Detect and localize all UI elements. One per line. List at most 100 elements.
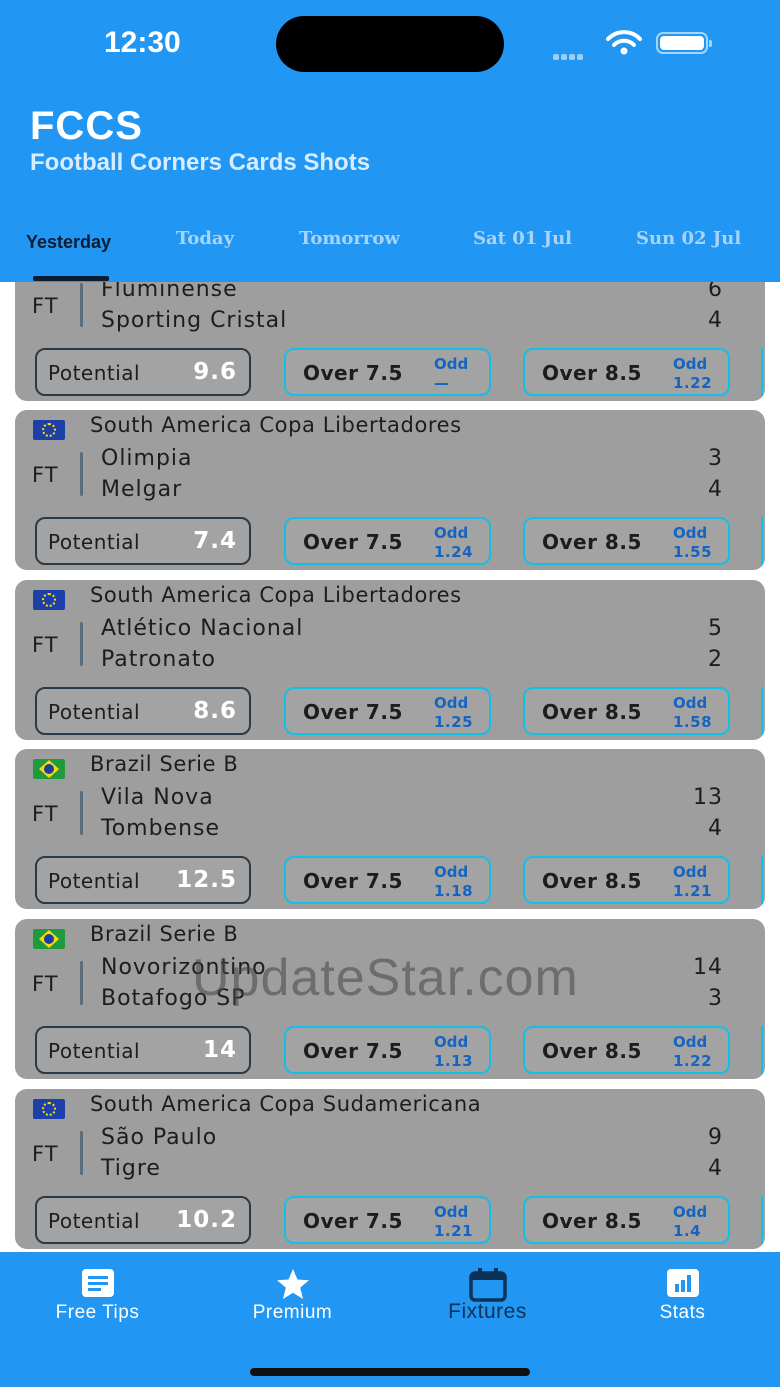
away-score: 4 <box>708 816 723 841</box>
odd-value: 1.24 <box>434 543 474 561</box>
eu-flag-icon <box>33 1099 65 1119</box>
dynamic-island <box>276 16 504 72</box>
home-team: Fluminense <box>101 282 238 302</box>
app-title: FCCS <box>30 104 143 148</box>
home-score: 5 <box>708 616 723 641</box>
odd-value: 1.21 <box>434 1222 474 1240</box>
potential-box[interactable]: Potential 9.6 <box>35 348 251 396</box>
match-status: FT <box>32 633 59 657</box>
league-name: South America Copa Sudamericana <box>90 1092 482 1116</box>
match-card[interactable]: FT Fluminense Sporting Cristal 6 4 Poten… <box>15 282 765 401</box>
match-status: FT <box>32 1142 59 1166</box>
tab-yesterday[interactable]: Yesterday <box>26 232 111 253</box>
nav-label: Premium <box>252 1302 333 1323</box>
over-8-5-button[interactable]: Over 8.5 Odd 1.58 <box>523 687 730 735</box>
nav-free-tips[interactable]: Free Tips <box>0 1252 195 1352</box>
fixtures-list[interactable]: FT Fluminense Sporting Cristal 6 4 Poten… <box>0 282 780 1252</box>
odd-value: 1.13 <box>434 1052 474 1070</box>
home-team: Atlético Nacional <box>101 616 304 641</box>
away-team: Sporting Cristal <box>101 308 288 333</box>
over-label: Over 7.5 <box>303 700 403 724</box>
odd-label: Odd <box>673 1203 708 1221</box>
nav-fixtures[interactable]: Fixtures <box>390 1252 585 1352</box>
odd-value: 1.18 <box>434 882 474 900</box>
over-8-5-button[interactable]: Over 8.5 Odd 1.21 <box>523 856 730 904</box>
brazil-flag-icon <box>33 759 65 779</box>
match-status: FT <box>32 294 59 318</box>
divider <box>80 283 83 327</box>
over-8-5-button[interactable]: Over 8.5 Odd 1.22 <box>523 348 730 396</box>
away-team: Melgar <box>101 477 183 502</box>
tab-sat-01-jul[interactable]: Sat 01 Jul <box>473 228 572 249</box>
potential-label: Potential <box>48 361 141 385</box>
over-label: Over 8.5 <box>542 1209 642 1233</box>
over-8-5-button[interactable]: Over 8.5 Odd 1.55 <box>523 517 730 565</box>
odd-label: Odd <box>673 524 708 542</box>
tab-tomorrow[interactable]: Tomorrow <box>299 228 400 249</box>
nav-premium[interactable]: Premium <box>195 1252 390 1352</box>
divider <box>80 791 83 835</box>
article-icon <box>81 1269 114 1297</box>
next-option-stub[interactable] <box>761 856 767 904</box>
odd-value: 1.25 <box>434 713 474 731</box>
over-7-5-button[interactable]: Over 7.5 Odd 1.24 <box>284 517 491 565</box>
bottom-navigation: Free Tips Premium Fixtures Stats <box>0 1252 780 1387</box>
league-name: South America Copa Libertadores <box>90 413 462 437</box>
match-card[interactable]: South America Copa Libertadores FT Atlét… <box>15 580 765 740</box>
status-bar-time: 12:30 <box>104 26 181 59</box>
over-8-5-button[interactable]: Over 8.5 Odd 1.22 <box>523 1026 730 1074</box>
bar-chart-icon <box>666 1269 699 1297</box>
next-option-stub[interactable] <box>761 1026 767 1074</box>
match-card[interactable]: South America Copa Sudamericana FT São P… <box>15 1089 765 1249</box>
match-card[interactable]: Brazil Serie B FT Vila Nova Tombense 13 … <box>15 749 765 909</box>
over-7-5-button[interactable]: Over 7.5 Odd 1.13 <box>284 1026 491 1074</box>
potential-box[interactable]: Potential 14 <box>35 1026 251 1074</box>
match-card[interactable]: Brazil Serie B FT Novorizontino Botafogo… <box>15 919 765 1079</box>
over-8-5-button[interactable]: Over 8.5 Odd 1.4 <box>523 1196 730 1244</box>
match-status: FT <box>32 463 59 487</box>
home-score: 6 <box>708 282 723 302</box>
next-option-stub[interactable] <box>761 687 767 735</box>
over-label: Over 8.5 <box>542 700 642 724</box>
next-option-stub[interactable] <box>761 517 767 565</box>
league-name: Brazil Serie B <box>90 752 239 776</box>
over-label: Over 7.5 <box>303 361 403 385</box>
over-7-5-button[interactable]: Over 7.5 Odd 1.25 <box>284 687 491 735</box>
next-option-stub[interactable] <box>761 1196 767 1244</box>
date-tabs: Yesterday Today Tomorrow Sat 01 Jul Sun … <box>0 206 780 282</box>
odd-label: Odd <box>434 1203 469 1221</box>
nav-stats[interactable]: Stats <box>585 1252 780 1352</box>
odd-value: — <box>434 374 449 392</box>
potential-value: 8.6 <box>193 698 237 724</box>
potential-label: Potential <box>48 869 141 893</box>
away-team: Tombense <box>101 816 221 841</box>
potential-box[interactable]: Potential 10.2 <box>35 1196 251 1244</box>
match-status: FT <box>32 972 59 996</box>
home-indicator[interactable] <box>250 1368 530 1376</box>
match-status: FT <box>32 802 59 826</box>
tab-sun-02-jul[interactable]: Sun 02 Jul <box>636 228 741 249</box>
potential-value: 9.6 <box>193 359 237 385</box>
over-label: Over 8.5 <box>542 1039 642 1063</box>
over-7-5-button[interactable]: Over 7.5 Odd — <box>284 348 491 396</box>
away-team: Tigre <box>101 1156 161 1181</box>
app-header: 12:30 FCCS Football Corners Cards Shots <box>0 0 780 206</box>
next-option-stub[interactable] <box>761 348 767 396</box>
divider <box>80 452 83 496</box>
odd-value: 1.55 <box>673 543 713 561</box>
over-7-5-button[interactable]: Over 7.5 Odd 1.21 <box>284 1196 491 1244</box>
potential-box[interactable]: Potential 8.6 <box>35 687 251 735</box>
calendar-icon <box>468 1268 507 1302</box>
away-score: 4 <box>708 308 723 333</box>
home-team: São Paulo <box>101 1125 218 1150</box>
potential-box[interactable]: Potential 7.4 <box>35 517 251 565</box>
potential-value: 7.4 <box>193 528 237 554</box>
odd-label: Odd <box>434 1033 469 1051</box>
match-card[interactable]: South America Copa Libertadores FT Olimp… <box>15 410 765 570</box>
potential-box[interactable]: Potential 12.5 <box>35 856 251 904</box>
tab-today[interactable]: Today <box>176 228 234 249</box>
nav-label: Stats <box>659 1302 706 1323</box>
odd-label: Odd <box>673 863 708 881</box>
odd-label: Odd <box>434 355 469 373</box>
over-7-5-button[interactable]: Over 7.5 Odd 1.18 <box>284 856 491 904</box>
